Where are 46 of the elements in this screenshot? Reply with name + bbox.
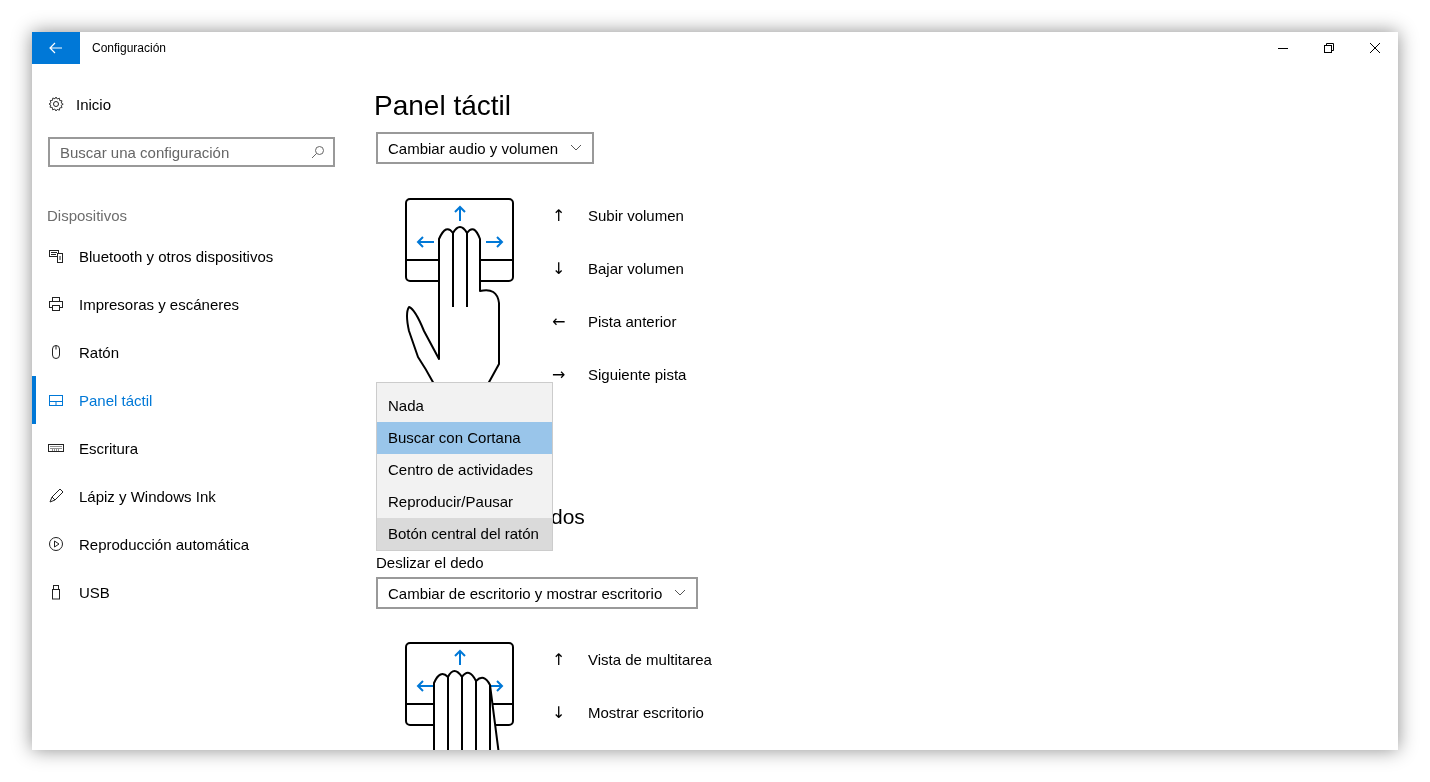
gesture-label: Bajar volumen <box>588 260 684 277</box>
sidebar-item[interactable]: Impresoras y escáneres <box>32 280 240 328</box>
gesture-label: Mostrar escritorio <box>588 704 704 721</box>
autoplay-icon <box>48 536 64 552</box>
dropdown[interactable]: Cambiar de escritorio y mostrar escritorio <box>376 577 699 609</box>
sidebar-item[interactable]: Bluetooth y otros dispositivos <box>32 232 274 280</box>
sidebar-item[interactable]: Escritura <box>32 424 139 472</box>
gesture-label: Subir volumen <box>588 207 684 224</box>
page-title: Panel táctil <box>374 89 511 123</box>
section-label: Dispositivos <box>47 206 128 226</box>
pen-icon <box>48 488 64 504</box>
menu-item[interactable]: Centro de actividades <box>377 454 552 486</box>
chevron-down-icon <box>570 144 583 152</box>
gesture-arrow: ← <box>552 312 567 331</box>
sidebar-item[interactable]: USB <box>32 568 110 616</box>
gesture-label: Pista anterior <box>588 313 677 330</box>
close-icon <box>1370 43 1380 53</box>
gesture-arrow: → <box>552 365 567 384</box>
settings-icon <box>48 96 64 112</box>
gesture-arrow: ↑ <box>552 206 567 225</box>
gesture-arrow: ↑ <box>552 650 567 669</box>
back-arrow-icon <box>49 42 63 54</box>
restore-icon <box>1324 43 1334 53</box>
sidebar-item[interactable]: Reproducción automática <box>32 520 250 568</box>
sidebar-item[interactable]: Ratón <box>32 328 120 376</box>
sidebar-item[interactable]: Panel táctil <box>32 376 153 424</box>
gesture-label: Vista de multitarea <box>588 651 712 668</box>
home-link[interactable]: Inicio <box>32 84 112 124</box>
menu-item[interactable]: Reproducir/Pausar <box>377 486 552 518</box>
back-button[interactable] <box>32 32 80 64</box>
menu-item[interactable]: Botón central del ratón <box>377 518 552 550</box>
chevron-down-icon <box>674 589 687 597</box>
touchpad-icon <box>48 392 64 408</box>
gesture-label: Siguiente pista <box>588 366 687 383</box>
menu-item[interactable]: Buscar con Cortana <box>377 422 552 454</box>
sidebar-item[interactable]: Lápiz y Windows Ink <box>32 472 216 520</box>
menu-item[interactable]: Nada <box>377 390 552 422</box>
printer-icon <box>48 296 64 312</box>
dropdown[interactable]: Cambiar audio y volumen <box>376 132 595 164</box>
gesture-arrow: ↓ <box>552 259 567 278</box>
field-label: Deslizar el dedo <box>375 553 484 573</box>
gesture-arrow: ↓ <box>552 703 567 722</box>
search-field[interactable]: Buscar una configuración <box>48 137 335 167</box>
section-heading: dos <box>551 504 585 530</box>
search-icon <box>311 145 325 159</box>
window-title: Configuración <box>92 41 168 55</box>
